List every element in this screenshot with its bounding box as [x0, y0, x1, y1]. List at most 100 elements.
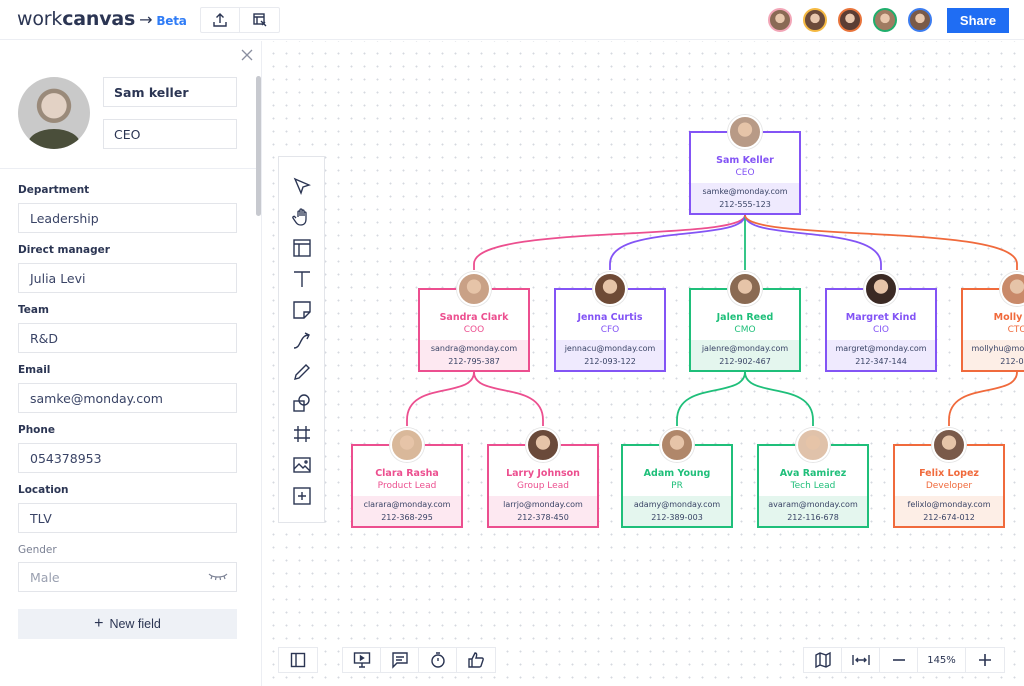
- card-avatar[interactable]: [1000, 272, 1024, 306]
- text-tool[interactable]: [291, 268, 313, 290]
- card-avatar[interactable]: [728, 115, 762, 149]
- gender-input[interactable]: Male: [18, 562, 237, 592]
- connector-tool[interactable]: [291, 330, 313, 352]
- card-name: Clara Rasha: [375, 468, 439, 479]
- card-name: Sam Keller: [716, 155, 774, 166]
- map-icon: [814, 651, 831, 669]
- card-avatar[interactable]: [390, 428, 424, 462]
- sticky-note-tool[interactable]: [291, 299, 313, 321]
- collaborator-avatars: [768, 8, 932, 32]
- connector-ceo-cfo: [609, 214, 746, 270]
- minus-icon: [892, 659, 905, 661]
- collaborator-avatar[interactable]: [838, 8, 862, 32]
- zoom-level[interactable]: 145%: [918, 648, 966, 672]
- org-card-dev[interactable]: Felix Lopez Developer felixlo@monday.com…: [893, 428, 1005, 528]
- panel-scrollbar[interactable]: [256, 76, 261, 216]
- org-card-cmo[interactable]: Jalen Reed CMO jalenre@monday.com 212-90…: [689, 272, 801, 372]
- hidden-eye-icon[interactable]: [208, 572, 228, 582]
- collaborator-avatar[interactable]: [908, 8, 932, 32]
- card-name: Margret Kind: [845, 312, 917, 323]
- card-name: Jenna Curtis: [577, 312, 643, 323]
- card-role: COO: [463, 325, 485, 335]
- card-avatar[interactable]: [526, 428, 560, 462]
- card-name: Molly Hu: [993, 312, 1024, 323]
- org-card-tl[interactable]: Ava Ramirez Tech Lead avaram@monday.com …: [757, 428, 869, 528]
- card-avatar[interactable]: [593, 272, 627, 306]
- reaction-button[interactable]: [457, 648, 495, 672]
- card-email: larrjo@monday.com: [503, 500, 583, 509]
- card-avatar[interactable]: [796, 428, 830, 462]
- org-card-cto[interactable]: Molly Hu CTO mollyhu@monday.com 212-042: [961, 272, 1024, 372]
- org-card-gl[interactable]: Larry Johnson Group Lead larrjo@monday.c…: [487, 428, 599, 528]
- org-card-cfo[interactable]: Jenna Curtis CFO jennacu@monday.com 212-…: [554, 272, 666, 372]
- card-email: adamy@monday.com: [633, 500, 721, 509]
- image-icon: [292, 457, 311, 473]
- present-button[interactable]: [343, 648, 381, 672]
- top-bar: workcanvas → Beta Share: [0, 0, 1024, 40]
- card-avatar[interactable]: [864, 272, 898, 306]
- pencil-tool[interactable]: [291, 361, 313, 383]
- panel-divider: [0, 168, 256, 169]
- email-input[interactable]: samke@monday.com: [18, 383, 237, 413]
- plus-icon: [979, 654, 991, 666]
- card-role: Product Lead: [377, 481, 437, 491]
- connector-cmo-tl: [744, 371, 814, 426]
- phone-input[interactable]: 054378953: [18, 443, 237, 473]
- card-phone: 212-902-467: [719, 357, 771, 366]
- card-avatar[interactable]: [932, 428, 966, 462]
- add-icon: [292, 487, 311, 505]
- hand-tool[interactable]: [291, 206, 313, 228]
- profile-panel: Sam keller CEO Department Leadership Dir…: [0, 41, 262, 686]
- card-avatar[interactable]: [660, 428, 694, 462]
- frame-tool[interactable]: [291, 423, 313, 445]
- bottom-right-controls: 145%: [803, 647, 1005, 673]
- panel-toggle-button[interactable]: [279, 648, 317, 672]
- add-tool[interactable]: [291, 485, 313, 507]
- org-card-coo[interactable]: Sandra Clark COO sandra@monday.com 212-7…: [418, 272, 530, 372]
- collaborator-avatar[interactable]: [803, 8, 827, 32]
- image-tool[interactable]: [291, 454, 313, 476]
- comment-button[interactable]: [381, 648, 419, 672]
- org-card-ceo[interactable]: Sam Keller CEO samke@monday.com 212-555-…: [689, 115, 801, 215]
- select-tool[interactable]: [291, 175, 313, 197]
- timer-button[interactable]: [419, 648, 457, 672]
- department-input[interactable]: Leadership: [18, 203, 237, 233]
- card-avatar[interactable]: [728, 272, 762, 306]
- timer-icon: [430, 652, 445, 668]
- card-phone: 212-042: [1000, 357, 1024, 366]
- card-phone: 212-389-003: [651, 513, 703, 522]
- card-avatar[interactable]: [457, 272, 491, 306]
- new-field-button[interactable]: + New field: [18, 609, 237, 639]
- org-card-cio[interactable]: Margret Kind CIO margret@monday.com 212-…: [825, 272, 937, 372]
- bottom-left-controls: [278, 647, 496, 673]
- title-input[interactable]: CEO: [103, 119, 237, 149]
- sticky-note-icon: [292, 301, 311, 319]
- minimap-button[interactable]: [804, 648, 842, 672]
- collaborator-avatar[interactable]: [768, 8, 792, 32]
- direct-manager-input[interactable]: Julia Levi: [18, 263, 237, 293]
- app-logo[interactable]: workcanvas → Beta: [17, 8, 187, 30]
- location-label: Location: [18, 484, 69, 496]
- card-phone: 212-378-450: [517, 513, 569, 522]
- panel-toggle-icon: [290, 652, 306, 668]
- collaboration-group: [342, 647, 496, 673]
- view-controls-group: 145%: [803, 647, 1005, 673]
- card-email: sandra@monday.com: [430, 344, 518, 353]
- template-tool[interactable]: [291, 237, 313, 259]
- team-input[interactable]: R&D: [18, 323, 237, 353]
- zoom-out-button[interactable]: [880, 648, 918, 672]
- shapes-tool[interactable]: [291, 392, 313, 414]
- export-button[interactable]: [201, 8, 240, 32]
- org-card-pr[interactable]: Adam Young PR adamy@monday.com 212-389-0…: [621, 428, 733, 528]
- board-settings-button[interactable]: [240, 8, 279, 32]
- share-button[interactable]: Share: [947, 8, 1009, 33]
- org-chart-canvas[interactable]: Sam Keller CEO samke@monday.com 212-555-…: [263, 41, 1024, 686]
- zoom-in-button[interactable]: [966, 648, 1004, 672]
- org-card-pl[interactable]: Clara Rasha Product Lead clarara@monday.…: [351, 428, 463, 528]
- name-input[interactable]: Sam keller: [103, 77, 237, 107]
- collaborator-avatar[interactable]: [873, 8, 897, 32]
- close-icon[interactable]: [240, 48, 254, 62]
- profile-photo[interactable]: [18, 77, 90, 149]
- fit-to-screen-button[interactable]: [842, 648, 880, 672]
- location-input[interactable]: TLV: [18, 503, 237, 533]
